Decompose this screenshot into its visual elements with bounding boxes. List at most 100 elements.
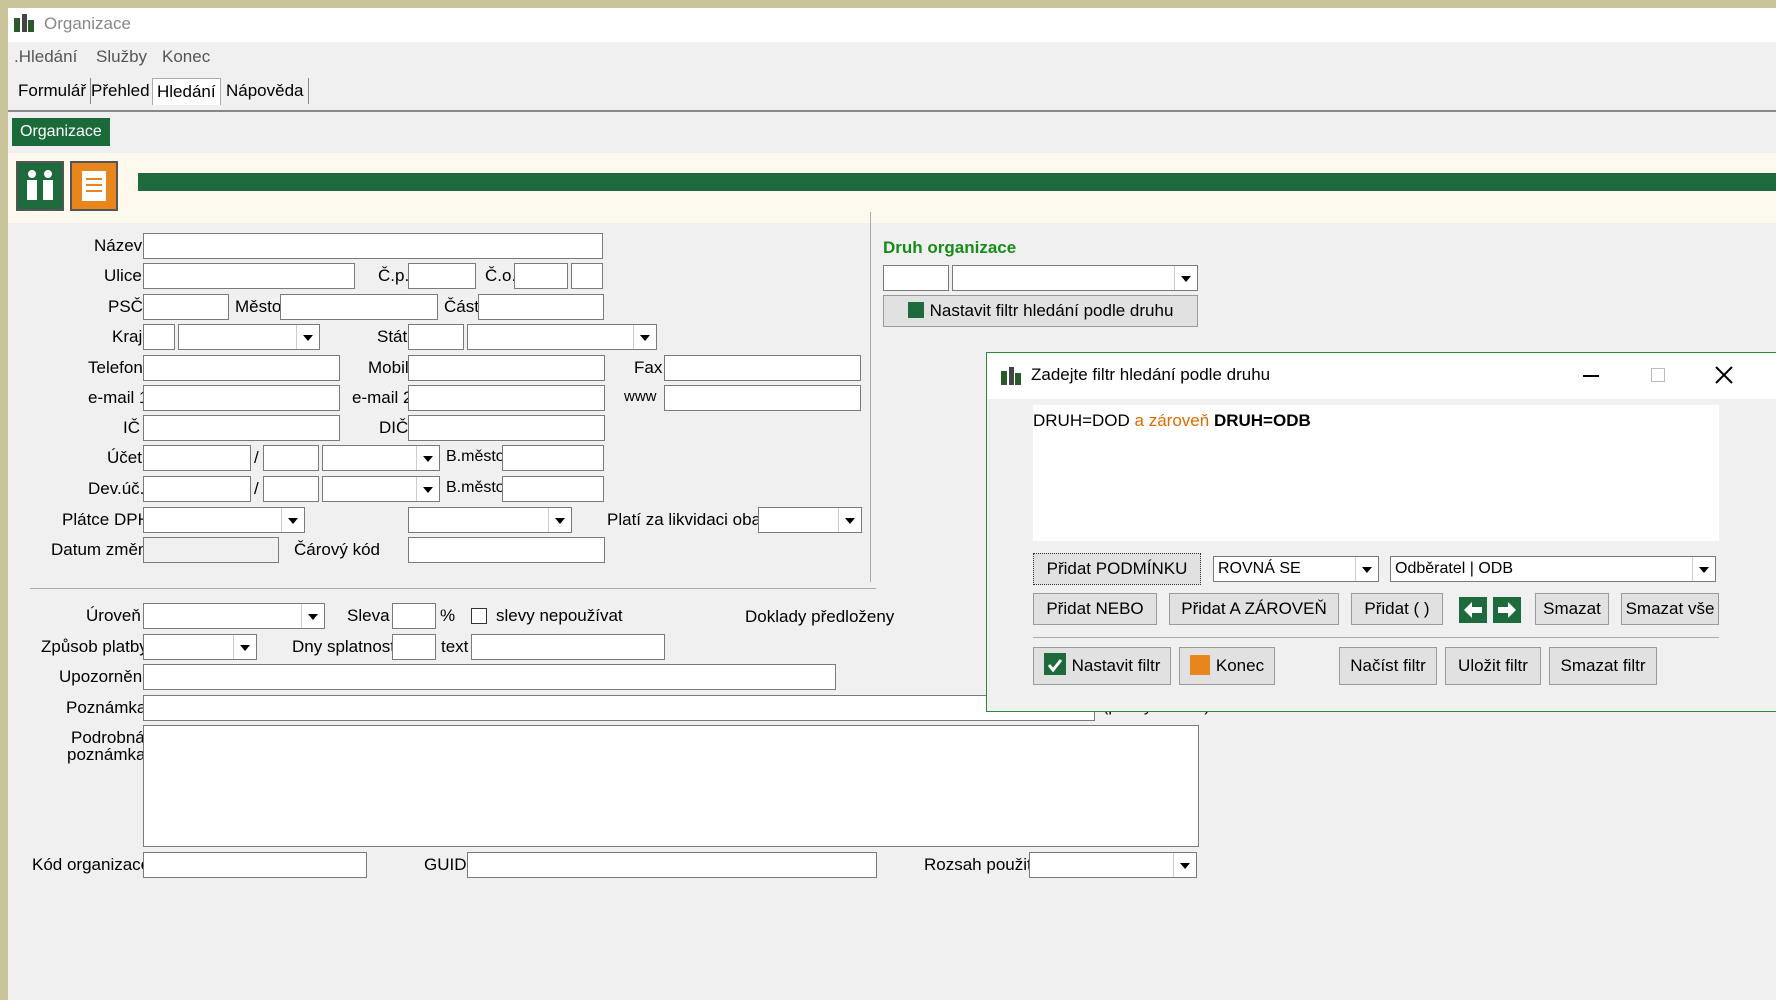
ucet-input[interactable] [143,445,251,471]
zpusob-platby-select[interactable] [143,634,257,660]
add-or-button[interactable]: Přidat NEBO [1033,593,1157,625]
sleva-input[interactable] [392,603,436,629]
menu-konec[interactable]: Konec [162,47,210,67]
set-filter-button[interactable]: Nastavit filtr [1033,647,1171,685]
tab-prehled[interactable]: Přehled [87,78,155,104]
devuc-prefix-input[interactable] [263,476,319,502]
stat-code-input[interactable] [408,324,464,350]
druh-filter-button[interactable]: Nastavit filtr hledání podle druhu [883,295,1198,327]
co-input[interactable] [514,263,568,289]
cp-input[interactable] [408,263,476,289]
label-dic: DIČ [379,418,409,437]
chevron-down-icon [233,635,256,659]
label-ucet: Účet [107,448,142,467]
load-filter-button[interactable]: Načíst filtr [1339,647,1437,685]
save-filter-button[interactable]: Uložit filtr [1445,647,1541,685]
operator-select[interactable]: ROVNÁ SE [1213,556,1379,582]
podrobna-poznamka-textarea[interactable] [143,725,1199,847]
label-sleva: Sleva [347,606,390,625]
label-podrobna-2: poznámka [67,745,146,764]
kod-organizace-input[interactable] [143,852,367,878]
email1-input[interactable] [143,385,340,411]
dny-splatnosti-input[interactable] [392,634,436,660]
delete-filter-button[interactable]: Smazat filtr [1549,647,1657,685]
close-icon[interactable] [1715,366,1733,384]
value-value: Odběratel | ODB [1395,560,1513,577]
label-plati-obaly: Platí za likvidaci obalů [607,510,775,529]
label-email2: e-mail 2 [352,388,413,407]
label-co: Č.o. [485,266,517,285]
bmesto-input[interactable] [502,445,604,471]
add-paren-button[interactable]: Přidat ( ) [1351,593,1443,625]
delete-all-button[interactable]: Smazat vše [1621,593,1719,625]
guid-input[interactable] [467,852,877,878]
section-tab-organizace[interactable]: Organizace [12,118,110,146]
email2-input[interactable] [408,385,605,411]
nazev-input[interactable] [143,233,603,259]
tab-bar: Formulář Přehled Hledání Nápověda [8,78,1776,108]
menu-sluzby[interactable]: Služby [96,47,147,67]
druh-select[interactable] [952,265,1198,291]
tab-napoveda[interactable]: Nápověda [222,78,309,104]
delete-button[interactable]: Smazat [1535,593,1609,625]
telefon-input[interactable] [143,355,340,381]
kraj-code-input[interactable] [143,324,175,350]
devuc-slash: / [254,479,259,498]
value-select[interactable]: Odběratel | ODB [1390,556,1716,582]
label-devuc: Dev.úč. [88,479,145,498]
label-dny-splatnosti: Dny splatnosti [292,637,399,656]
tab-hledani[interactable]: Hledání [152,78,221,105]
chevron-down-icon [296,325,319,349]
cast-input[interactable] [478,294,604,320]
www-input[interactable] [664,385,861,411]
fax-input[interactable] [664,355,861,381]
menu-hledani[interactable]: .Hledání [14,47,77,67]
document-icon[interactable] [70,161,118,211]
datum-zmeny-input[interactable] [143,537,279,563]
upozorneni-input[interactable] [143,664,836,690]
filter-dialog: Zadejte filtr hledání podle druhu DRUH=D… [986,352,1776,712]
devuc-input[interactable] [143,476,251,502]
label-upozorneni: Upozornění [59,667,147,686]
arrow-right-icon[interactable] [1493,597,1521,623]
add-condition-button[interactable]: Přidat PODMÍNKU [1033,553,1201,585]
ulice-input[interactable] [143,263,355,289]
slevy-nepouzivat-checkbox[interactable] [471,608,487,624]
label-www: www [624,388,657,405]
tab-formular[interactable]: Formulář [14,78,92,104]
banka-select[interactable] [322,445,440,471]
carovy-kod-input[interactable] [408,537,605,563]
label-telefon: Telefon [88,358,143,377]
ucet-slash: / [254,448,259,467]
psc-input[interactable] [143,294,229,320]
ucet-prefix-input[interactable] [263,445,319,471]
text-input[interactable] [471,634,665,660]
dph-type-select[interactable] [408,507,572,533]
arrow-left-icon[interactable] [1459,597,1487,623]
stat-select[interactable] [467,324,657,350]
end-button[interactable]: Konec [1179,647,1275,685]
poznamka-input[interactable] [143,695,1095,721]
people-icon[interactable] [16,161,64,211]
co-suffix-input[interactable] [571,263,603,289]
dic-input[interactable] [408,415,605,441]
mobil-input[interactable] [408,355,605,381]
condition-right: DRUH=ODB [1213,411,1311,430]
dev-bmesto-input[interactable] [502,476,604,502]
add-and-button[interactable]: Přidat A ZÁROVEŇ [1169,593,1339,625]
exit-icon [1189,655,1210,675]
label-mobil: Mobil [368,358,409,377]
rozsah-select[interactable] [1029,852,1197,878]
app-icon [14,14,34,32]
dev-banka-select[interactable] [322,476,440,502]
mesto-input[interactable] [280,294,438,320]
ic-input[interactable] [143,415,340,441]
kraj-select[interactable] [178,324,320,350]
label-uroven: Úroveň [86,606,141,625]
minimize-icon[interactable] [1583,375,1599,377]
druh-code-input[interactable] [883,265,949,291]
platce-dph-select[interactable] [143,507,305,533]
uroven-select[interactable] [143,603,325,629]
plati-obaly-select[interactable] [758,507,862,533]
label-dev-bmesto: B.město [446,479,505,496]
